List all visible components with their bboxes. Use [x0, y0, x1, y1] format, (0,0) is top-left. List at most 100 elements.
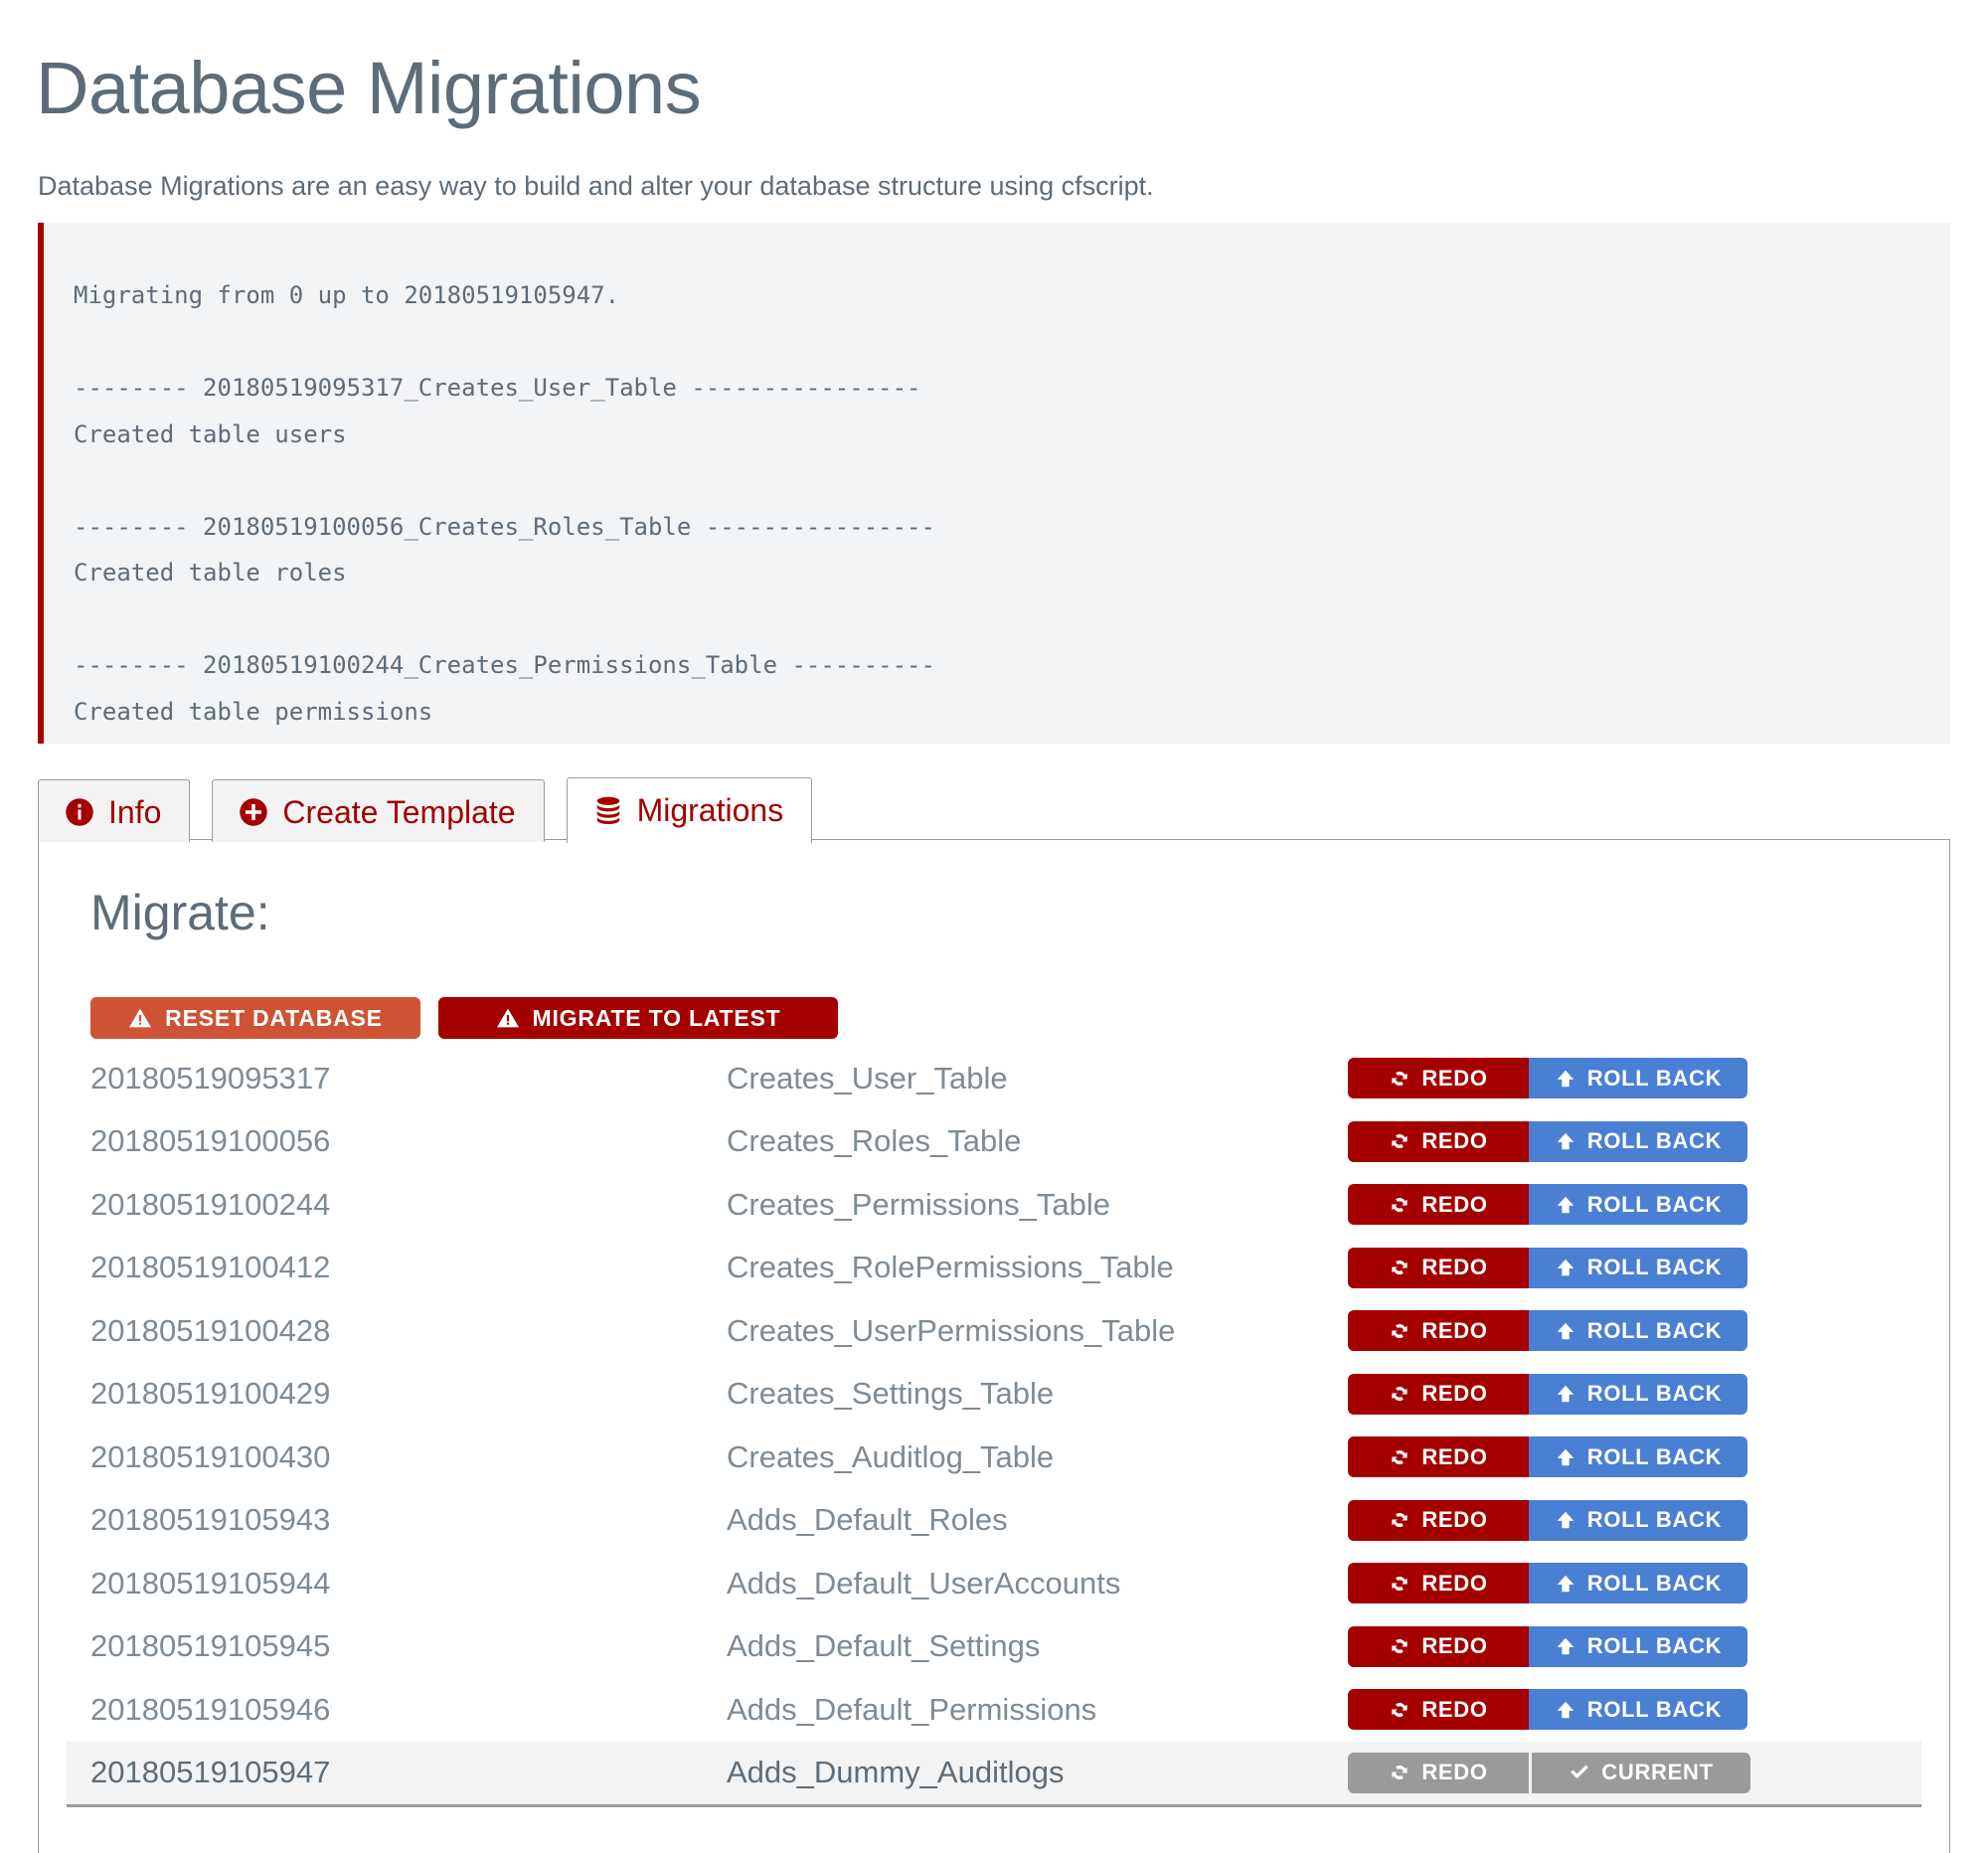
- migration-row-actions: REDO ROLL BACK: [1348, 1310, 1747, 1351]
- roll-back-label: ROLL BACK: [1587, 1257, 1722, 1278]
- migration-version: 20180519100056: [90, 1123, 727, 1159]
- tab-migrations[interactable]: Migrations: [567, 777, 813, 843]
- migration-row-actions: REDO ROLL BACK: [1348, 1184, 1747, 1225]
- migration-row-actions: REDO ROLL BACK: [1348, 1689, 1747, 1730]
- migration-row-actions: REDO ROLL BACK: [1348, 1374, 1747, 1415]
- migration-row: 20180519100429Creates_Settings_TableREDO…: [67, 1363, 1921, 1427]
- roll-back-button[interactable]: ROLL BACK: [1529, 1121, 1747, 1162]
- migration-version: 20180519100429: [90, 1376, 727, 1412]
- redo-button[interactable]: REDO: [1348, 1689, 1529, 1730]
- redo-label: REDO: [1421, 1446, 1487, 1468]
- arrow-up-icon: [1555, 1699, 1576, 1721]
- roll-back-button[interactable]: ROLL BACK: [1529, 1248, 1747, 1288]
- redo-button[interactable]: REDO: [1348, 1248, 1529, 1288]
- migration-log-console: Migrating from 0 up to 20180519105947. -…: [38, 223, 1950, 744]
- migration-row: 20180519100056Creates_Roles_TableREDO ROL…: [67, 1110, 1921, 1174]
- refresh-sync-icon: [1389, 1699, 1410, 1721]
- migration-row: 20180519100428Creates_UserPermissions_Ta…: [67, 1299, 1921, 1363]
- migration-version: 20180519105943: [90, 1502, 727, 1538]
- redo-button[interactable]: REDO: [1348, 1058, 1529, 1098]
- tab-bar: Info Create Template Migrations: [38, 777, 834, 842]
- migration-name: Adds_Dummy_Auditlogs: [727, 1755, 1348, 1790]
- page-title: Database Migrations: [36, 46, 701, 130]
- plus-circle-icon: [239, 797, 268, 827]
- warning-triangle-icon: [496, 1006, 520, 1030]
- refresh-sync-icon: [1389, 1383, 1410, 1405]
- roll-back-button[interactable]: ROLL BACK: [1529, 1563, 1747, 1603]
- migration-row-actions: REDO ROLL BACK: [1348, 1626, 1747, 1667]
- migration-row: 20180519100430Creates_Auditlog_TableREDO…: [67, 1426, 1921, 1489]
- tab-create-template[interactable]: Create Template: [212, 779, 544, 842]
- migration-actions: RESET DATABASE MIGRATE TO LATEST: [90, 997, 1921, 1039]
- roll-back-button[interactable]: ROLL BACK: [1529, 1310, 1747, 1351]
- reset-database-label: RESET DATABASE: [165, 1007, 383, 1030]
- migration-name: Creates_Auditlog_Table: [727, 1439, 1348, 1475]
- redo-button[interactable]: REDO: [1348, 1563, 1529, 1603]
- redo-button[interactable]: REDO: [1348, 1436, 1529, 1477]
- migration-row-actions: REDO ROLL BACK: [1348, 1248, 1747, 1288]
- migrate-to-latest-button[interactable]: MIGRATE TO LATEST: [438, 997, 838, 1039]
- redo-button[interactable]: REDO: [1348, 1500, 1529, 1541]
- redo-label: REDO: [1421, 1635, 1487, 1657]
- refresh-sync-icon: [1389, 1194, 1410, 1216]
- migration-row-actions: REDOROLL BACK: [1348, 1500, 1747, 1541]
- redo-label: REDO: [1421, 1068, 1487, 1090]
- redo-button[interactable]: REDO: [1348, 1184, 1529, 1225]
- migration-name: Creates_UserPermissions_Table: [727, 1313, 1348, 1349]
- migration-row: 20180519095317Creates_User_TableREDOROLL…: [67, 1047, 1921, 1110]
- roll-back-label: ROLL BACK: [1587, 1635, 1722, 1657]
- migration-version: 20180519100412: [90, 1250, 727, 1285]
- migration-name: Creates_Settings_Table: [727, 1376, 1348, 1412]
- migration-name: Adds_Default_Settings: [727, 1628, 1348, 1664]
- roll-back-button[interactable]: ROLL BACK: [1529, 1184, 1747, 1225]
- migration-row: 20180519105944Adds_Default_UserAccountsR…: [67, 1552, 1921, 1615]
- refresh-sync-icon: [1389, 1068, 1410, 1090]
- roll-back-label: ROLL BACK: [1587, 1383, 1722, 1405]
- redo-button[interactable]: REDO: [1348, 1374, 1529, 1415]
- arrow-up-icon: [1555, 1257, 1576, 1278]
- redo-label: REDO: [1421, 1257, 1487, 1278]
- roll-back-label: ROLL BACK: [1587, 1130, 1722, 1152]
- roll-back-button[interactable]: ROLL BACK: [1529, 1436, 1747, 1477]
- roll-back-label: ROLL BACK: [1587, 1446, 1722, 1468]
- migration-row-actions: REDO ROLL BACK: [1348, 1436, 1747, 1477]
- redo-button[interactable]: REDO: [1348, 1310, 1529, 1351]
- redo-label: REDO: [1421, 1762, 1487, 1783]
- redo-label: REDO: [1421, 1320, 1487, 1342]
- migration-log-text: Migrating from 0 up to 20180519105947. -…: [44, 247, 1950, 744]
- roll-back-button[interactable]: ROLL BACK: [1529, 1500, 1747, 1541]
- refresh-sync-icon: [1389, 1130, 1410, 1152]
- roll-back-button[interactable]: ROLL BACK: [1529, 1626, 1747, 1667]
- current-label: CURRENT: [1601, 1762, 1713, 1783]
- tab-label: Create Template: [282, 796, 515, 828]
- reset-database-button[interactable]: RESET DATABASE: [90, 997, 420, 1039]
- migration-row-actions: REDO ROLL BACK: [1348, 1058, 1747, 1098]
- redo-button[interactable]: REDO: [1348, 1121, 1529, 1162]
- migration-version: 20180519100430: [90, 1439, 727, 1475]
- roll-back-button[interactable]: ROLL BACK: [1529, 1374, 1747, 1415]
- migration-row-actions: REDO CURRENT: [1348, 1753, 1750, 1793]
- page-description: Database Migrations are an easy way to b…: [38, 171, 1154, 202]
- roll-back-button[interactable]: ROLL BACK: [1529, 1058, 1747, 1098]
- migration-row: 20180519105945Adds_Default_SettingsREDOR…: [67, 1615, 1921, 1679]
- tab-info[interactable]: Info: [38, 779, 190, 842]
- migration-name: Creates_Roles_Table: [727, 1123, 1348, 1159]
- roll-back-button[interactable]: ROLL BACK: [1529, 1689, 1747, 1730]
- migration-list: 20180519095317Creates_User_TableREDOROLL…: [67, 1047, 1921, 1807]
- check-icon: [1569, 1762, 1590, 1783]
- migrate-heading: Migrate:: [90, 884, 1921, 941]
- migrate-to-latest-label: MIGRATE TO LATEST: [533, 1007, 781, 1030]
- arrow-up-icon: [1555, 1635, 1576, 1657]
- database-stack-icon: [593, 795, 623, 825]
- redo-button[interactable]: REDO: [1348, 1626, 1529, 1667]
- migration-row: 20180519105946Adds_Default_PermissionsRE…: [67, 1678, 1921, 1742]
- migrations-panel: Migrate: RESET DATABASE MIGRATE TO LATES…: [38, 839, 1950, 1853]
- redo-label: REDO: [1421, 1383, 1487, 1405]
- migration-name: Adds_Default_UserAccounts: [727, 1566, 1348, 1601]
- redo-label: REDO: [1421, 1699, 1487, 1721]
- migration-row: 20180519100244Creates_Permissions_TableR…: [67, 1173, 1921, 1237]
- roll-back-label: ROLL BACK: [1587, 1573, 1722, 1595]
- redo-label: REDO: [1421, 1194, 1487, 1216]
- migration-name: Adds_Default_Permissions: [727, 1692, 1348, 1728]
- refresh-sync-icon: [1389, 1446, 1410, 1468]
